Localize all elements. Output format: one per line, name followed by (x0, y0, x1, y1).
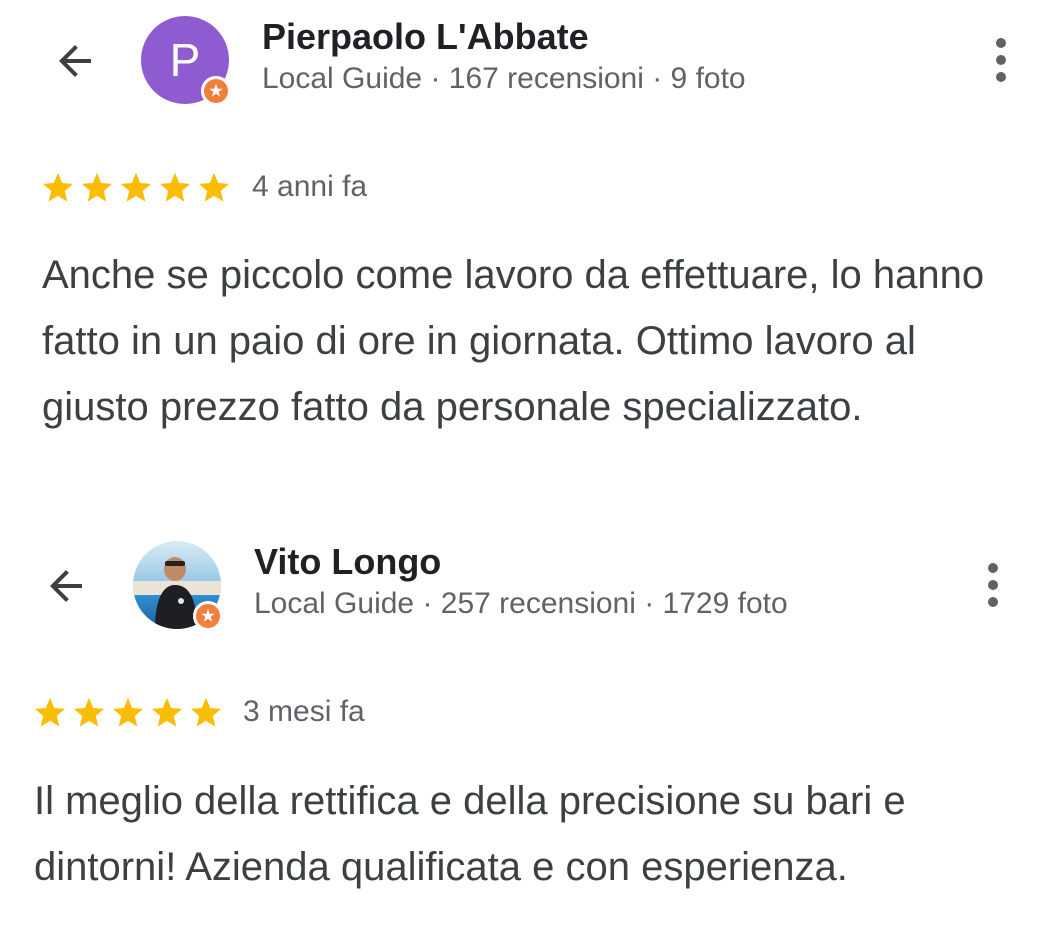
more-vert-icon-dot (988, 580, 998, 590)
more-vert-icon (988, 563, 998, 573)
author-name[interactable]: Vito Longo (254, 541, 441, 583)
star-icon (43, 173, 73, 202)
avatar[interactable]: P (141, 16, 231, 106)
star-icon (35, 698, 65, 727)
arrow-back-icon (50, 570, 82, 602)
rating-stars (40, 170, 232, 206)
star-icon (199, 173, 229, 202)
star-icon (74, 698, 104, 727)
back-button[interactable] (50, 36, 100, 86)
more-options-button[interactable] (986, 30, 1016, 90)
star-icon (113, 698, 143, 727)
more-vert-icon (996, 38, 1006, 48)
review-date: 4 anni fa (252, 170, 368, 203)
more-vert-icon-dot (996, 55, 1006, 65)
review-text: Anche se piccolo come lavoro da effettua… (42, 253, 985, 429)
review-date: 3 mesi fa (243, 695, 365, 728)
author-meta: Local Guide · 167 recensioni · 9 foto (262, 62, 746, 95)
rating-stars (32, 695, 224, 731)
author-meta: Local Guide · 257 recensioni · 1729 foto (254, 587, 788, 620)
local-guide-badge-icon (193, 601, 223, 631)
review-text: Il meglio della rettifica e della precis… (34, 779, 906, 889)
star-icon (82, 173, 112, 202)
arrow-back-icon (59, 45, 91, 77)
back-button[interactable] (41, 561, 91, 611)
star-icon (160, 173, 190, 202)
more-options-button[interactable] (978, 555, 1008, 615)
author-name[interactable]: Pierpaolo L'Abbate (262, 16, 589, 58)
avatar-letter: P (169, 34, 201, 86)
star-icon (121, 173, 151, 202)
avatar[interactable] (133, 541, 223, 631)
star-icon (152, 698, 182, 727)
star-icon (191, 698, 221, 727)
more-vert-icon-dot (996, 72, 1006, 82)
local-guide-badge-icon (201, 76, 231, 106)
more-vert-icon-dot (988, 597, 998, 607)
